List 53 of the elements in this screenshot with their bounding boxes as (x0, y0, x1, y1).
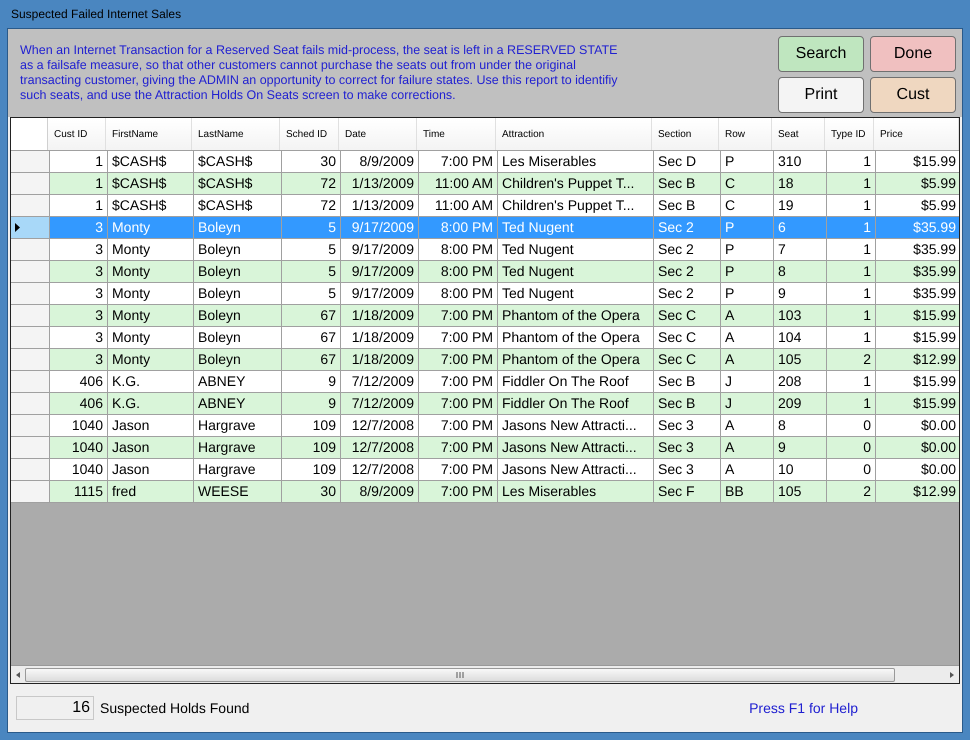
scrollbar-thumb[interactable] (25, 668, 895, 682)
table-row[interactable]: 1 $CASH$ $CASH$ 30 8/9/2009 7:00 PM Les Miserables Sec D P 310 1 $15.99 (11, 151, 959, 173)
table-cell: $12.99 (876, 481, 959, 503)
table-row[interactable]: 1 $CASH$ $CASH$ 72 1/13/2009 11:00 AM Children's Puppet T... Sec B C 19 1 $5.99 (11, 195, 959, 217)
count-label: Suspected Holds Found (100, 698, 250, 718)
horizontal-scrollbar[interactable] (11, 665, 959, 683)
table-row[interactable]: 3 Monty Boleyn 67 1/18/2009 7:00 PM Phantom of the Opera Sec C A 104 1 $15.99 (11, 327, 959, 349)
column-header[interactable]: Row (719, 118, 772, 150)
table-row[interactable]: 406 K.G. ABNEY 9 7/12/2009 7:00 PM Fiddler On The Roof Sec B J 208 1 $15.99 (11, 371, 959, 393)
column-header[interactable]: FirstName (106, 118, 192, 150)
action-button[interactable]: Done (870, 36, 956, 72)
table-cell: WEESE (194, 481, 282, 503)
column-header[interactable]: Attraction (496, 118, 652, 150)
column-header[interactable]: Seat (772, 118, 825, 150)
table-cell: Sec F (654, 481, 721, 503)
table-row[interactable]: 3 Monty Boleyn 5 9/17/2009 8:00 PM Ted Nugent Sec 2 P 9 1 $35.99 (11, 283, 959, 305)
table-row[interactable]: 1115 fred WEESE 30 8/9/2009 7:00 PM Les Miserables Sec F BB 105 2 $12.99 (11, 481, 959, 503)
table-cell: 7:00 PM (419, 481, 498, 503)
action-button[interactable]: Search (778, 36, 864, 72)
table-row[interactable]: 1040 Jason Hargrave 109 12/7/2008 7:00 PM Jasons New Attracti... Sec 3 A 8 0 $0.00 (11, 415, 959, 437)
row-header[interactable] (11, 217, 50, 239)
current-row-icon (15, 223, 20, 232)
table-cell: 8/9/2009 (341, 481, 419, 503)
table-cell: fred (108, 481, 194, 503)
table-row[interactable]: 1040 Jason Hargrave 109 12/7/2008 7:00 PM Jasons New Attracti... Sec 3 A 9 0 $0.00 (11, 437, 959, 459)
table-cell: 30 (282, 481, 341, 503)
description-text: When an Internet Transaction for a Reserved Seat fails mid-process, the seat is left in a RESERVED STATE as a failsafe measure, so that other customers cannot purchase the seats out from under the original transacting customer, giving the ADMIN an opportunity to correct for failure states. Use this report to identifiy such seats, and use the Attraction Holds On Seats screen to make corrections. (20, 43, 618, 104)
column-header[interactable]: Cust ID (48, 118, 106, 150)
grip-icon (456, 672, 464, 678)
action-button[interactable]: Cust (870, 77, 956, 113)
table-row[interactable]: 3 Monty Boleyn 67 1/18/2009 7:00 PM Phantom of the Opera Sec C A 103 1 $15.99 (11, 305, 959, 327)
table-cell: 1115 (50, 481, 108, 503)
column-header[interactable]: Date (339, 118, 417, 150)
table-row[interactable]: 406 K.G. ABNEY 9 7/12/2009 7:00 PM Fiddler On The Roof Sec B J 209 1 $15.99 (11, 393, 959, 415)
table-cell: 105 (774, 481, 827, 503)
column-header[interactable]: Time (417, 118, 496, 150)
table-row[interactable]: 3 Monty Boleyn 67 1/18/2009 7:00 PM Phantom of the Opera Sec C A 105 2 $12.99 (11, 349, 959, 371)
table-cell: Les Miserables (498, 481, 654, 503)
column-header[interactable]: Section (652, 118, 719, 150)
column-header[interactable]: Sched ID (280, 118, 339, 150)
table-row[interactable]: 1 $CASH$ $CASH$ 72 1/13/2009 11:00 AM Children's Puppet T... Sec B C 18 1 $5.99 (11, 173, 959, 195)
table-cell: BB (721, 481, 774, 503)
column-header[interactable]: Type ID (825, 118, 874, 150)
column-header[interactable]: LastName (192, 118, 280, 150)
count-field: 16 (16, 696, 94, 720)
table-row[interactable]: 1040 Jason Hargrave 109 12/7/2008 7:00 PM Jasons New Attracti... Sec 3 A 10 0 $0.00 (11, 459, 959, 481)
help-text: Press F1 for Help (749, 698, 858, 718)
window-title: Suspected Failed Internet Sales (11, 6, 182, 23)
action-button[interactable]: Print (778, 77, 864, 113)
table-row[interactable]: 3 Monty Boleyn 5 9/17/2009 8:00 PM Ted Nugent Sec 2 P 7 1 $35.99 (11, 239, 959, 261)
table-row[interactable]: 3 Monty Boleyn 5 9/17/2009 8:00 PM Ted Nugent Sec 2 P 8 1 $35.99 (11, 261, 959, 283)
table-cell: 2 (827, 481, 876, 503)
column-header[interactable]: Price (874, 118, 959, 150)
